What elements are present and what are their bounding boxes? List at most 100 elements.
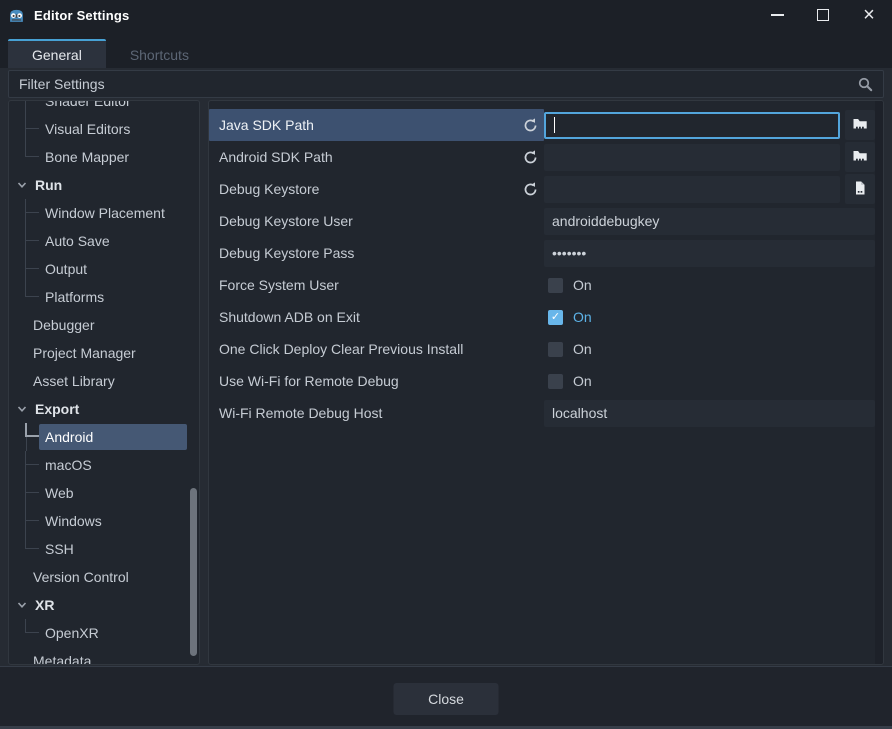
- revert-icon[interactable]: [523, 150, 538, 165]
- tree-connector: [25, 115, 39, 129]
- search-icon: [858, 77, 873, 92]
- chevron-down-icon[interactable]: [17, 404, 27, 414]
- setting-row-force-system-user: Force System User On: [209, 269, 875, 301]
- sidebar-item-version-control[interactable]: Version Control: [9, 563, 199, 591]
- browse-folder-button[interactable]: [845, 110, 875, 140]
- setting-label-cell[interactable]: Wi-Fi Remote Debug Host: [209, 397, 544, 429]
- setting-control-cell: [544, 141, 875, 173]
- revert-icon[interactable]: [523, 182, 538, 197]
- setting-label: Debug Keystore User: [219, 213, 353, 229]
- close-button[interactable]: Close: [394, 683, 499, 715]
- sidebar-item-shader-editor[interactable]: Shader Editor: [9, 100, 199, 115]
- minimize-button[interactable]: [754, 0, 800, 30]
- setting-label-cell[interactable]: Debug Keystore Pass: [209, 237, 544, 269]
- sidebar-item-label: Metadata: [33, 653, 91, 665]
- setting-label-cell[interactable]: Use Wi-Fi for Remote Debug: [209, 365, 544, 397]
- revert-icon[interactable]: [523, 118, 538, 133]
- settings-scrollbar-track[interactable]: [875, 101, 883, 664]
- checkbox-value-label: On: [573, 373, 592, 389]
- text-input[interactable]: localhost: [544, 400, 875, 427]
- text-input[interactable]: [544, 112, 840, 139]
- tree-connector: [25, 227, 39, 241]
- sidebar-item-label: SSH: [45, 541, 74, 557]
- text-input[interactable]: [544, 176, 840, 203]
- setting-row-wi-fi-remote-debug-host: Wi-Fi Remote Debug Host localhost: [209, 397, 875, 429]
- setting-control-cell: [544, 109, 875, 141]
- browse-folder-button[interactable]: [845, 142, 875, 172]
- sidebar-item-label: Auto Save: [45, 233, 110, 249]
- tab-general[interactable]: General: [8, 39, 106, 68]
- sidebar-item-ssh[interactable]: SSH: [9, 535, 199, 563]
- setting-label-cell[interactable]: Shutdown ADB on Exit: [209, 301, 544, 333]
- text-input[interactable]: •••••••: [544, 240, 875, 267]
- checkbox[interactable]: [548, 278, 563, 293]
- tree-connector: [25, 535, 39, 549]
- sidebar-item-window-placement[interactable]: Window Placement: [9, 199, 199, 227]
- sidebar-item-asset-library[interactable]: Asset Library: [9, 367, 199, 395]
- setting-row-debug-keystore-user: Debug Keystore User androiddebugkey: [209, 205, 875, 237]
- sidebar-item-bone-mapper[interactable]: Bone Mapper: [9, 143, 199, 171]
- footer-bar: Close: [0, 666, 892, 729]
- sidebar-item-label: Bone Mapper: [45, 149, 129, 165]
- sidebar-item-platforms[interactable]: Platforms: [9, 283, 199, 311]
- setting-control-cell: androiddebugkey: [544, 205, 875, 237]
- setting-control-cell: [544, 173, 875, 205]
- maximize-icon: [817, 9, 829, 21]
- filter-settings-placeholder: Filter Settings: [19, 76, 105, 92]
- setting-label-cell[interactable]: Debug Keystore: [209, 173, 544, 205]
- sidebar-item-visual-editors[interactable]: Visual Editors: [9, 115, 199, 143]
- setting-label-cell[interactable]: Debug Keystore User: [209, 205, 544, 237]
- editor-settings-window: Editor Settings × General Shortcuts Filt…: [0, 0, 892, 729]
- text-input[interactable]: androiddebugkey: [544, 208, 875, 235]
- search-bar-area: Filter Settings: [0, 68, 892, 100]
- settings-section-tree: Shader Editor Visual Editors Bone Mapper Ru…: [8, 100, 200, 665]
- input-value: localhost: [552, 405, 607, 421]
- chevron-down-icon[interactable]: [17, 600, 27, 610]
- sidebar-item-metadata[interactable]: Metadata: [9, 647, 199, 665]
- file-icon: [852, 180, 868, 199]
- setting-label-cell[interactable]: One Click Deploy Clear Previous Install: [209, 333, 544, 365]
- sidebar-item-debugger[interactable]: Debugger: [9, 311, 199, 339]
- tree-connector: [25, 479, 39, 493]
- sidebar-item-windows[interactable]: Windows: [9, 507, 199, 535]
- sidebar-item-project-manager[interactable]: Project Manager: [9, 339, 199, 367]
- checkbox[interactable]: [548, 374, 563, 389]
- checkbox[interactable]: ✓: [548, 310, 563, 325]
- setting-control-cell: On: [544, 269, 875, 301]
- tree-connector: [25, 451, 39, 465]
- close-window-button[interactable]: ×: [846, 0, 892, 30]
- sidebar-item-android[interactable]: Android: [9, 423, 199, 451]
- setting-label: Use Wi-Fi for Remote Debug: [219, 373, 399, 389]
- tab-shortcuts[interactable]: Shortcuts: [106, 39, 213, 68]
- sidebar-item-label: Debugger: [33, 317, 95, 333]
- setting-label: Debug Keystore Pass: [219, 245, 354, 261]
- chevron-down-icon[interactable]: [17, 180, 27, 190]
- maximize-button[interactable]: [800, 0, 846, 30]
- text-input[interactable]: [544, 144, 840, 171]
- tree-connector: [25, 619, 39, 633]
- browse-file-button[interactable]: [845, 174, 875, 204]
- sidebar-item-output[interactable]: Output: [9, 255, 199, 283]
- setting-label-cell[interactable]: Android SDK Path: [209, 141, 544, 173]
- sidebar-item-openxr[interactable]: OpenXR: [9, 619, 199, 647]
- checkbox-value-label: On: [573, 341, 592, 357]
- setting-control-cell: •••••••: [544, 237, 875, 269]
- setting-control-cell: On: [544, 365, 875, 397]
- sidebar-item-label: Visual Editors: [45, 121, 130, 137]
- text-caret: [554, 117, 555, 133]
- sidebar-item-export[interactable]: Export: [9, 395, 199, 423]
- filter-settings-input[interactable]: Filter Settings: [8, 70, 884, 98]
- folder-icon: [852, 148, 868, 167]
- checkbox[interactable]: [548, 342, 563, 357]
- sidebar-item-web[interactable]: Web: [9, 479, 199, 507]
- tree-connector: [25, 255, 39, 269]
- sidebar-scrollbar-thumb[interactable]: [190, 488, 197, 656]
- sidebar-item-xr[interactable]: XR: [9, 591, 199, 619]
- sidebar-item-run[interactable]: Run: [9, 171, 199, 199]
- tree-connector: [25, 507, 39, 521]
- sidebar-item-macos[interactable]: macOS: [9, 451, 199, 479]
- setting-label-cell[interactable]: Force System User: [209, 269, 544, 301]
- setting-label-cell[interactable]: Java SDK Path: [209, 109, 544, 141]
- sidebar-item-auto-save[interactable]: Auto Save: [9, 227, 199, 255]
- setting-label: Force System User: [219, 277, 339, 293]
